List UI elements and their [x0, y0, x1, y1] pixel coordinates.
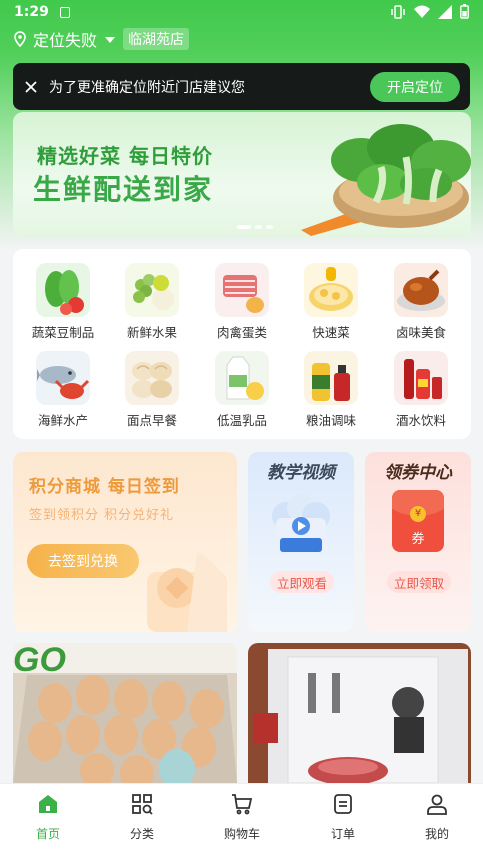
- meat-icon: [215, 263, 269, 317]
- category-label: 肉禽蛋类: [216, 325, 267, 340]
- category-item[interactable]: 卤味美食: [381, 263, 461, 341]
- category-item[interactable]: 蔬菜豆制品: [23, 263, 103, 341]
- category-item[interactable]: 面点早餐: [112, 351, 192, 429]
- signal-icon: [438, 4, 452, 19]
- category-grid: 蔬菜豆制品 新鲜水果 肉禽蛋类 快速菜 卤味美食 海鲜水产 面点早餐 低温乳品 …: [13, 249, 471, 439]
- tab-label: 我的: [424, 827, 449, 841]
- tab-home[interactable]: 首页: [8, 792, 88, 842]
- tab-category[interactable]: 分类: [102, 792, 182, 842]
- category-label: 卤味美食: [395, 325, 446, 340]
- location-toast: 为了更准确定位附近门店建议您 开启定位: [13, 63, 470, 110]
- bottom-tab-bar: 首页 分类 购物车 订单 我的: [0, 783, 483, 860]
- yuan-icon: ¥: [410, 506, 426, 522]
- category-item[interactable]: 酒水饮料: [381, 351, 461, 429]
- category-label: 海鲜水产: [37, 413, 88, 428]
- banner-line1: 精选好菜 每日特价: [37, 144, 213, 168]
- gift-illustration: [147, 552, 227, 632]
- tab-orders[interactable]: 订单: [303, 792, 383, 842]
- seafood-icon: [36, 351, 90, 405]
- chef-video-icon: [272, 494, 330, 552]
- drinks-icon: [394, 351, 448, 405]
- vibrate-icon: [391, 4, 405, 19]
- chevron-down-icon: [105, 37, 116, 43]
- steak-product-image[interactable]: [248, 643, 471, 783]
- coupon-center-card[interactable]: 领券中心 ¥ 券 立即领取: [365, 452, 471, 632]
- category-grid-icon: [132, 794, 153, 815]
- coupon-envelope-icon: ¥ 券: [392, 490, 444, 552]
- wifi-icon: [414, 5, 430, 18]
- grain-oil-icon: [304, 351, 358, 405]
- coupon-badge: 券: [411, 532, 425, 547]
- category-label: 新鲜水果: [126, 325, 177, 340]
- cart-icon: [232, 794, 253, 815]
- toast-message: 为了更准确定位附近门店建议您: [49, 79, 245, 96]
- breakfast-icon: [125, 351, 179, 405]
- braised-food-icon: [394, 263, 448, 317]
- quick-dish-icon: [304, 263, 358, 317]
- user-icon: [427, 794, 447, 815]
- location-pin-icon: [14, 31, 26, 47]
- fruit-icon: [125, 263, 179, 317]
- vegetable-illustration: [301, 124, 471, 236]
- tab-label: 分类: [129, 827, 154, 841]
- category-label: 蔬菜豆制品: [31, 325, 95, 340]
- location-status: 定位失败: [33, 31, 98, 50]
- category-item[interactable]: 快速菜: [291, 263, 371, 341]
- location-selector[interactable]: 定位失败 临湖苑店: [12, 27, 190, 51]
- svg-text:GO: GO: [13, 643, 66, 679]
- category-label: 快速菜: [312, 325, 350, 340]
- coupon-title: 领券中心: [384, 463, 452, 483]
- teaching-video-card[interactable]: 教学视频 立即观看: [248, 452, 354, 632]
- category-label: 酒水饮料: [395, 413, 446, 428]
- claim-now-button[interactable]: 立即领取: [387, 571, 451, 593]
- store-name[interactable]: 临湖苑店: [123, 28, 190, 50]
- video-title: 教学视频: [267, 463, 335, 483]
- points-title: 积分商城 每日签到: [29, 477, 180, 497]
- category-label: 粮油调味: [305, 413, 356, 428]
- notification-icon: [60, 7, 70, 18]
- enable-location-button[interactable]: 开启定位: [370, 71, 460, 102]
- tab-label: 购物车: [223, 827, 260, 841]
- tab-cart[interactable]: 购物车: [202, 792, 282, 842]
- vegetable-icon: [36, 263, 90, 317]
- status-time: 1:29: [14, 4, 49, 20]
- category-item[interactable]: 粮油调味: [291, 351, 371, 429]
- category-item[interactable]: 肉禽蛋类: [202, 263, 282, 341]
- points-subtitle: 签到领积分 积分兑好礼: [29, 508, 175, 523]
- battery-icon: [460, 4, 469, 19]
- banner-line2: 生鲜配送到家: [33, 173, 214, 206]
- status-bar: 1:29: [0, 0, 483, 26]
- home-icon: [39, 795, 57, 813]
- dairy-icon: [215, 351, 269, 405]
- tab-label: 首页: [35, 827, 60, 841]
- banner-indicator: [237, 225, 273, 229]
- eggs-product-image[interactable]: GO: [13, 643, 237, 783]
- close-icon[interactable]: [13, 63, 49, 110]
- category-label: 低温乳品: [216, 413, 267, 428]
- category-item[interactable]: 海鲜水产: [23, 351, 103, 429]
- category-item[interactable]: 低温乳品: [202, 351, 282, 429]
- watch-now-button[interactable]: 立即观看: [270, 571, 334, 593]
- promo-banner[interactable]: 精选好菜 每日特价 生鲜配送到家: [13, 112, 471, 238]
- tab-label: 订单: [330, 827, 355, 841]
- system-icons: [390, 4, 469, 19]
- category-label: 面点早餐: [126, 413, 177, 428]
- points-mall-card[interactable]: 积分商城 每日签到 签到领积分 积分兑好礼 去签到兑换: [13, 452, 237, 632]
- order-icon: [334, 794, 352, 814]
- tab-profile[interactable]: 我的: [397, 792, 477, 842]
- category-item[interactable]: 新鲜水果: [112, 263, 192, 341]
